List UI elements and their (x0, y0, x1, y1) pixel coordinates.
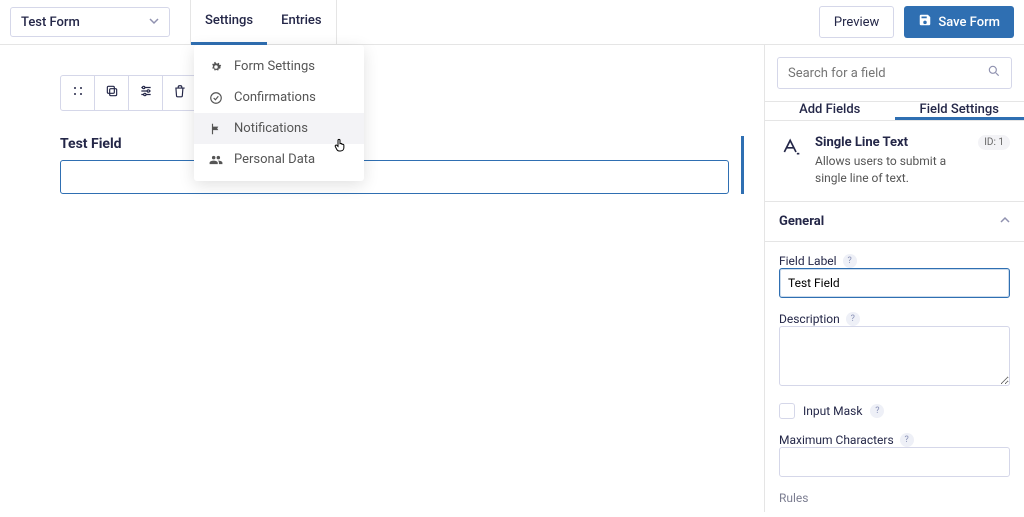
right-sidebar: Add Fields Field Settings Single Line Te… (764, 45, 1024, 512)
field-label-label: Field Label (779, 254, 837, 268)
field-preview-input[interactable] (60, 160, 729, 194)
section-title: General (779, 214, 824, 229)
description-textarea[interactable] (779, 326, 1010, 386)
gear-icon (208, 60, 224, 74)
menu-label: Notifications (234, 121, 308, 136)
tab-field-settings[interactable]: Field Settings (895, 102, 1024, 120)
tab-settings-label: Settings (205, 13, 253, 28)
search-field-box[interactable] (777, 57, 1012, 89)
input-mask-label: Input Mask (803, 404, 862, 418)
preview-button-label: Preview (834, 15, 879, 30)
tab-entries-label: Entries (281, 13, 321, 28)
input-mask-checkbox[interactable] (779, 403, 795, 419)
field-type-header: Single Line Text Allows users to submit … (765, 121, 1024, 202)
delete-button[interactable] (163, 76, 197, 110)
save-form-button[interactable]: Save Form (904, 6, 1014, 38)
field-preview[interactable]: Test Field (60, 136, 744, 194)
tab-label: Add Fields (799, 102, 860, 117)
form-selector[interactable]: Test Form (10, 7, 170, 37)
form-canvas: Form Settings Confirmations Notification… (0, 45, 764, 512)
check-circle-icon (208, 91, 224, 105)
save-button-label: Save Form (938, 15, 1000, 30)
help-icon[interactable]: ? (870, 404, 884, 418)
drag-handle-button[interactable] (61, 76, 95, 110)
rules-label: Rules (779, 491, 1010, 505)
settings-slider-button[interactable] (129, 76, 163, 110)
menu-item-form-settings[interactable]: Form Settings (194, 51, 364, 82)
sliders-icon (139, 84, 153, 102)
drag-icon (72, 85, 84, 101)
search-wrap (765, 45, 1024, 102)
field-type-desc: Allows users to submit a single line of … (815, 153, 966, 187)
cursor-pointer-icon (332, 137, 348, 153)
settings-dropdown: Form Settings Confirmations Notification… (194, 45, 364, 181)
tab-settings[interactable]: Settings (191, 0, 267, 45)
max-chars-label: Maximum Characters (779, 433, 894, 447)
duplicate-button[interactable] (95, 76, 129, 110)
trash-icon (173, 84, 187, 102)
top-bar: Test Form Settings Entries Preview Save … (0, 0, 1024, 45)
save-icon (918, 13, 932, 31)
help-icon[interactable]: ? (843, 254, 857, 268)
duplicate-icon (105, 84, 119, 102)
field-label-input[interactable] (779, 268, 1010, 298)
divider (336, 0, 337, 45)
menu-label: Confirmations (234, 90, 316, 105)
section-general[interactable]: General (765, 202, 1024, 242)
primary-tabs: Settings Entries (191, 0, 336, 45)
flag-icon (208, 122, 224, 136)
field-id-badge: ID: 1 (978, 135, 1010, 150)
general-settings-body: Field Label ? Description ? Input Mask ? (765, 242, 1024, 517)
field-toolbar (60, 75, 198, 111)
sidebar-tabs: Add Fields Field Settings (765, 102, 1024, 121)
search-icon (987, 64, 1001, 82)
content: Form Settings Confirmations Notification… (0, 45, 1024, 512)
tab-entries[interactable]: Entries (267, 0, 335, 45)
field-preview-label: Test Field (60, 136, 729, 152)
form-selector-label: Test Form (21, 15, 80, 30)
people-icon (208, 153, 224, 167)
chevron-down-icon (149, 15, 159, 30)
preview-button[interactable]: Preview (819, 6, 894, 38)
help-icon[interactable]: ? (900, 433, 914, 447)
tab-label: Field Settings (920, 102, 999, 117)
chevron-up-icon (1000, 214, 1010, 229)
menu-item-confirmations[interactable]: Confirmations (194, 82, 364, 113)
search-input[interactable] (788, 66, 987, 81)
description-label: Description (779, 312, 840, 326)
menu-label: Form Settings (234, 59, 315, 74)
text-field-icon (779, 135, 803, 159)
field-type-title: Single Line Text (815, 135, 966, 150)
menu-label: Personal Data (234, 152, 315, 167)
max-chars-input[interactable] (779, 447, 1010, 477)
help-icon[interactable]: ? (846, 312, 860, 326)
tab-add-fields[interactable]: Add Fields (765, 102, 895, 120)
